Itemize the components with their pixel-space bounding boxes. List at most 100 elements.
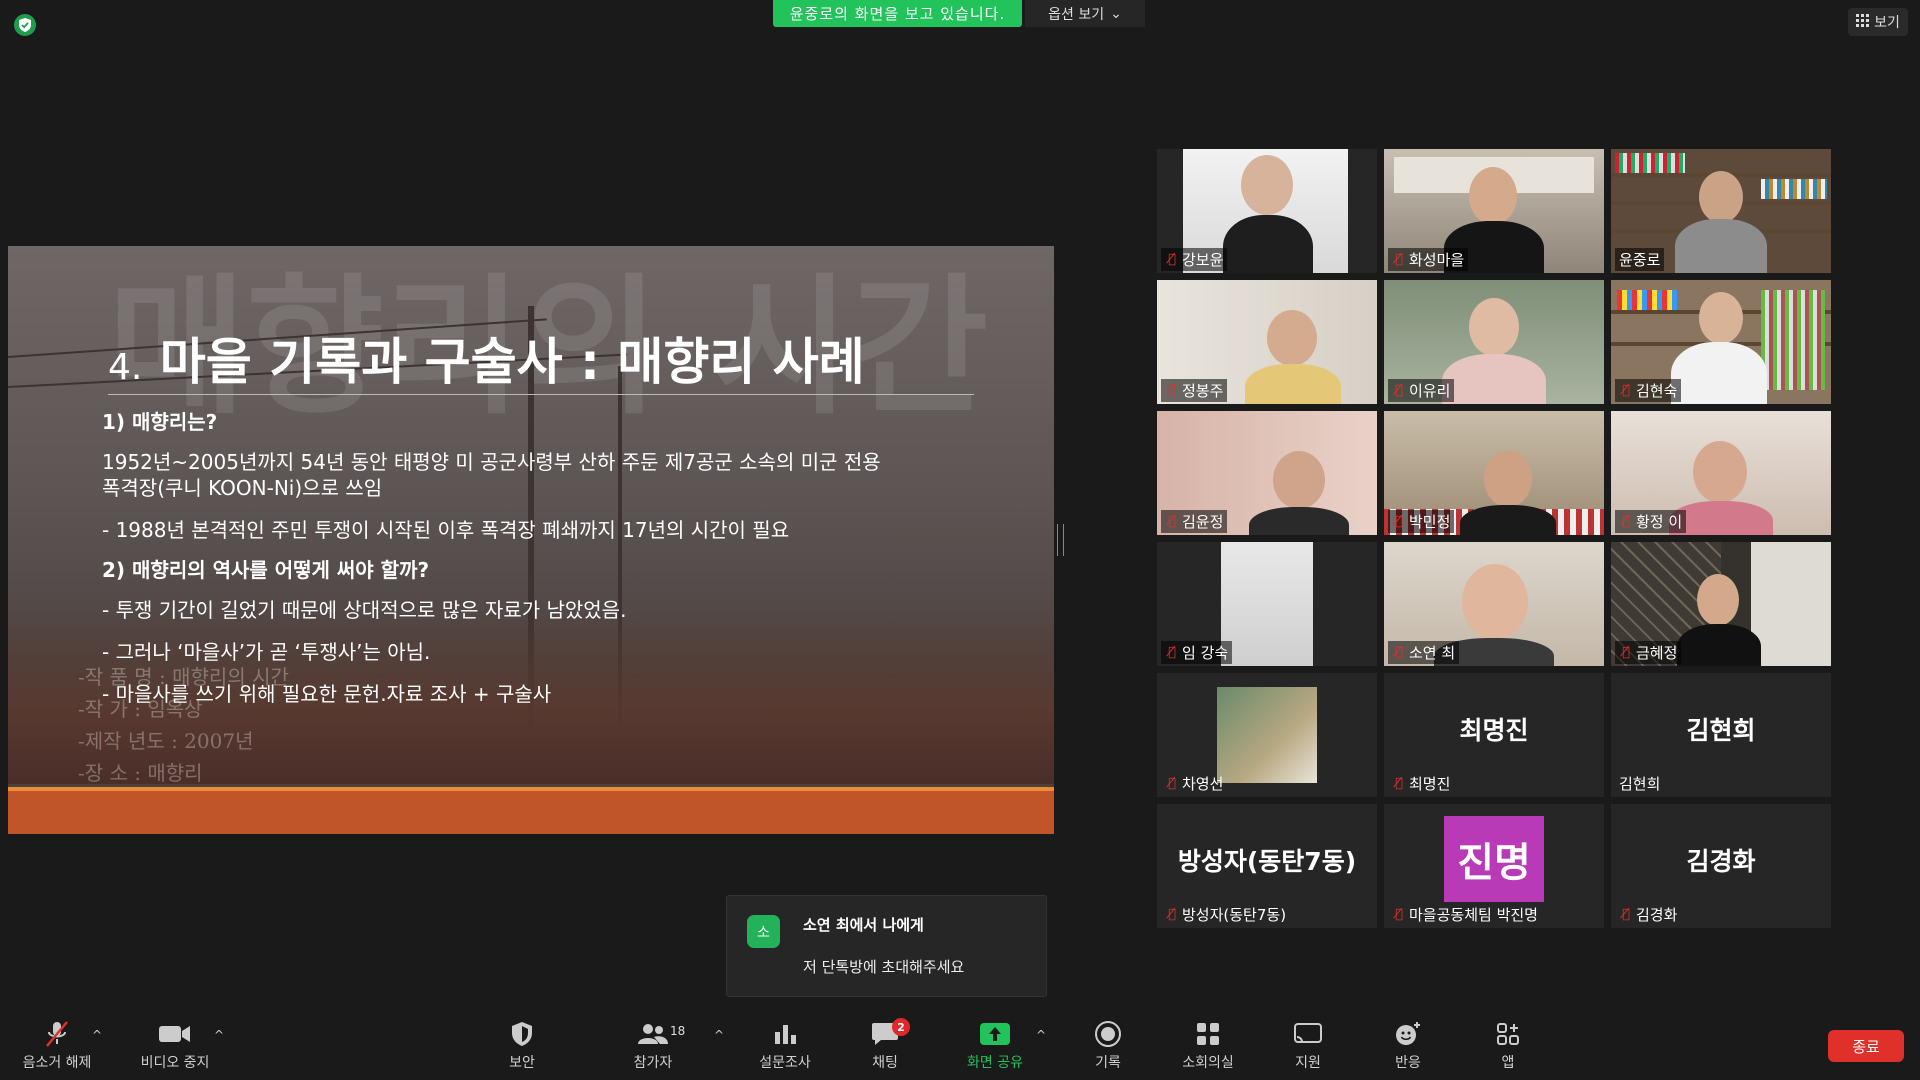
participant-tile[interactable]: 🎙̸ 차영선 [1157,673,1377,797]
security-button[interactable]: 보안 [477,1018,567,1072]
people-icon: 18 [608,1018,698,1050]
participant-name: 🎙̸ 화성마을 [1388,248,1469,271]
slide-text-line: 1952년~2005년까지 54년 동안 태평양 미 공군사령부 산하 주둔 제… [102,450,881,474]
mic-muted-icon: 🎙̸ [1168,252,1176,267]
mic-muted-icon: 🎙̸ [1395,252,1403,267]
grid-icon [1856,13,1870,31]
mic-muted-icon: 🎙̸ [1395,383,1403,398]
video-options-caret[interactable]: ^ [214,1028,224,1042]
breakout-grid-icon [1163,1018,1253,1050]
title-divider [108,394,974,395]
participant-video [1217,687,1317,783]
participant-display-name: 김현희 [1686,716,1756,745]
share-screen-button[interactable]: 화면 공유 [950,1018,1040,1072]
participant-avatar: 진명 [1444,816,1544,902]
participant-tile[interactable]: 🎙̸ 김윤정 [1157,411,1377,535]
chat-notification[interactable]: 소 소연 최에서 나에게 저 단톡방에 초대해주세요 [726,895,1047,997]
support-button[interactable]: 지원 [1263,1018,1353,1072]
participant-tile[interactable]: 김현희 김현희 [1611,673,1831,797]
record-button[interactable]: 기록 [1063,1018,1153,1072]
reactions-button[interactable]: 반응 [1363,1018,1453,1072]
mic-muted-icon: 🎙̸ [1168,776,1176,791]
chat-sender: 소연 최에서 나에게 [803,916,924,934]
participant-display-name: 최명진 [1459,716,1529,745]
share-options-caret[interactable]: ^ [1036,1028,1046,1042]
audio-options-caret[interactable]: ^ [92,1028,102,1042]
mic-muted-icon [12,1018,102,1050]
participant-name: 윤중로 [1615,248,1665,271]
participants-options-caret[interactable]: ^ [714,1028,724,1042]
mic-muted-icon: 🎙̸ [1395,514,1403,529]
participant-tile[interactable]: 🎙̸ 김현숙 [1611,280,1831,404]
slide-text-line: 폭격장(쿠니 KOON-Ni)으로 쓰임 [102,476,383,500]
participant-tile[interactable]: 최명진 🎙̸ 최명진 [1384,673,1604,797]
slide-text-line: - 1988년 본격적인 주민 투쟁이 시작된 이후 폭격장 폐쇄까지 17년의… [102,518,790,542]
mic-muted-icon: 🎙̸ [1622,383,1630,398]
view-label: 보기 [1874,15,1900,31]
participant-tile[interactable]: 🎙̸ 강보윤 [1157,149,1377,273]
chat-bubble-icon: 2 [840,1018,930,1050]
chat-message: 저 단톡방에 초대해주세요 [803,958,965,976]
slide-title: 4. 마을 기록과 구술사 : 매향리 사례 [108,333,865,391]
view-layout-button[interactable]: 보기 [1848,8,1908,36]
participant-tile[interactable]: 진명 🎙̸ 마을공동체팀 박진명 [1384,804,1604,928]
mic-muted-icon: 🎙̸ [1622,907,1630,922]
slide-heading-2: 2) 매향리의 역사를 어떻게 써야 할까? [102,558,430,582]
participant-name: 🎙̸ 박민정 [1388,510,1455,533]
view-options-label: 옵션 보기 [1048,6,1105,23]
slide-text-line: - 마을사를 쓰기 위해 필요한 문헌.자료 조사 + 구술사 [102,682,552,706]
sender-avatar: 소 [747,915,780,948]
end-meeting-button[interactable]: 종료 [1828,1030,1904,1062]
participant-name: 🎙̸ 황정 이 [1615,510,1687,533]
participant-tile[interactable]: 방성자(동탄7동) 🎙̸ 방성자(동탄7동) [1157,804,1377,928]
participant-tile[interactable]: 🎙̸ 소연 최 [1384,542,1604,666]
chat-unread-badge: 2 [892,1018,910,1036]
participant-name: 🎙̸ 임 강숙 [1161,641,1233,664]
participant-tile[interactable]: 김경화 🎙̸ 김경화 [1611,804,1831,928]
mic-muted-icon: 🎙̸ [1168,907,1176,922]
participant-tile[interactable]: 🎙̸ 이유리 [1384,280,1604,404]
view-options-dropdown[interactable]: 옵션 보기 ⌄ [1025,0,1145,27]
mic-muted-icon: 🎙̸ [1622,514,1630,529]
mic-muted-icon: 🎙̸ [1168,383,1176,398]
shield-icon [477,1018,567,1050]
security-shield-icon[interactable] [14,14,36,36]
participant-tile[interactable]: 🎙̸ 박민정 [1384,411,1604,535]
participant-name: 🎙̸ 마을공동체팀 박진명 [1388,903,1542,926]
participant-name: 🎙̸ 방성자(동탄7동) [1161,903,1290,926]
apps-button[interactable]: 앱 [1463,1018,1553,1072]
participant-tile[interactable]: 🎙̸ 금혜정 [1611,542,1831,666]
breakout-rooms-button[interactable]: 소회의실 [1163,1018,1253,1072]
cast-screen-icon [1263,1018,1353,1050]
participant-tile-active-speaker[interactable]: 윤중로 [1611,149,1831,273]
resize-handle[interactable] [1057,524,1064,556]
smiley-plus-icon [1363,1018,1453,1050]
participants-button[interactable]: 18 참가자 [608,1018,698,1072]
participant-name: 🎙̸ 이유리 [1388,379,1455,402]
stop-video-button[interactable]: 비디오 중지 [130,1018,220,1072]
chat-button[interactable]: 2 채팅 [840,1018,930,1072]
participant-tile[interactable]: 🎙̸ 황정 이 [1611,411,1831,535]
participant-tile[interactable]: 🎙̸ 화성마을 [1384,149,1604,273]
apps-icon [1463,1018,1553,1050]
mic-muted-icon: 🎙̸ [1168,514,1176,529]
participant-display-name: 방성자(동탄7동) [1177,847,1357,876]
participant-name: 🎙̸ 김윤정 [1161,510,1228,533]
participant-name: 🎙̸ 김현숙 [1615,379,1682,402]
slide-text-line: - 그러나 ‘마을사’가 곧 ‘투쟁사’는 아님. [102,640,431,664]
participant-name: 🎙̸ 최명진 [1388,772,1454,795]
viewing-screen-banner: 윤중로의 화면을 보고 있습니다. [773,0,1022,27]
slide-heading-1: 1) 매향리는? [102,410,218,434]
participant-tile[interactable]: 🎙̸ 임 강숙 [1157,542,1377,666]
participant-video [1221,542,1313,666]
polls-button[interactable]: 설문조사 [740,1018,830,1072]
participant-name: 🎙̸ 강보윤 [1161,248,1228,271]
unmute-button[interactable]: 음소거 해제 [12,1018,102,1072]
participant-name: 🎙̸ 금혜정 [1615,641,1682,664]
mic-muted-icon: 🎙̸ [1168,645,1176,660]
share-arrow-icon [950,1018,1040,1050]
participant-name: 🎙̸ 차영선 [1161,772,1227,795]
participant-tile[interactable]: 🎙̸ 정봉주 [1157,280,1377,404]
participants-count: 18 [670,1024,686,1038]
bar-chart-icon [740,1018,830,1050]
